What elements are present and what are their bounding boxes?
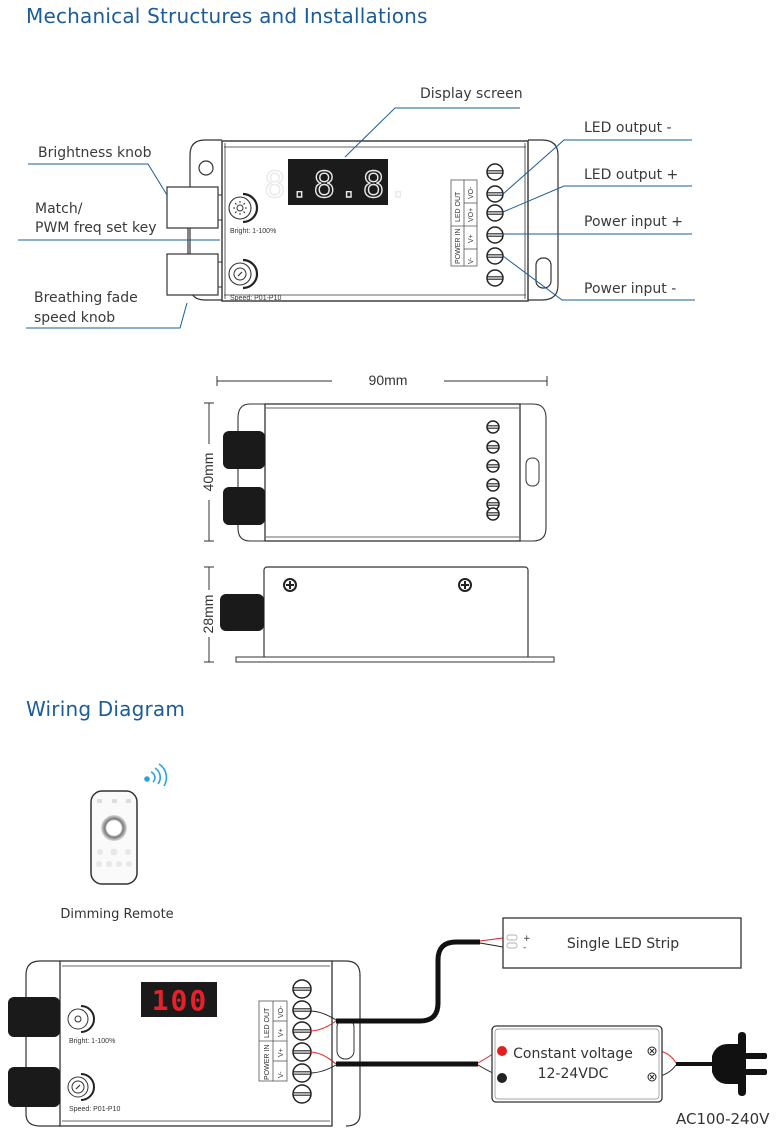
- screw-icon: [458, 578, 472, 592]
- callout-match-key-2: PWM freq set key: [35, 220, 157, 236]
- group-led-out: LED OUT: [455, 191, 462, 222]
- wiring-group-led-out: LED OUT: [264, 1007, 271, 1038]
- strip-minus-label: -: [523, 943, 526, 953]
- knob-top-view: [223, 487, 265, 525]
- callout-breathing-2: speed knob: [34, 310, 115, 326]
- screw-icon: [283, 578, 297, 592]
- terminal-screw-icon: [486, 269, 504, 287]
- pin-vo-plus: VO+: [468, 208, 475, 222]
- terminal-screw-icon: [486, 163, 504, 181]
- dimension-length: 90mm: [369, 372, 408, 388]
- group-power-in: POWER IN: [455, 229, 462, 264]
- terminal-screw-icon: [486, 478, 500, 492]
- terminal-screw-icon: [486, 440, 500, 454]
- terminal-screw-icon: [292, 979, 312, 999]
- terminal-screw-icon: [292, 1042, 312, 1062]
- callout-display-screen: Display screen: [420, 86, 523, 102]
- power-plug-icon: [712, 1032, 767, 1096]
- callout-led-output-plus: LED output +: [584, 167, 678, 183]
- remote-label: Dimming Remote: [60, 907, 173, 922]
- mains-voltage-label: AC100-240V: [676, 1110, 770, 1128]
- wiring-speed-label: Speed: P01-P10: [69, 1106, 120, 1113]
- terminal-screw-icon: [292, 1021, 312, 1041]
- pin-v-minus: V-: [468, 257, 475, 264]
- dimension-side-view: 28mm: [200, 566, 555, 663]
- terminal-screw-icon: [486, 507, 500, 521]
- terminal-screw-icon: [486, 226, 504, 244]
- callout-breathing-1: Breathing fade: [34, 290, 138, 306]
- psu-negative-terminal: [497, 1073, 507, 1083]
- speed-knob: [166, 253, 219, 296]
- led-strip-label: Single LED Strip: [567, 936, 679, 952]
- knob-wiring: [8, 997, 60, 1037]
- display-digits: 8.8.8.: [264, 165, 412, 206]
- speed-range-label: Speed: P01-P10: [230, 295, 281, 302]
- wiring-pin-1: VO-: [278, 1005, 285, 1018]
- wiring-bright-label: Bright: 1-100%: [69, 1038, 115, 1045]
- callout-led-output-minus: LED output -: [584, 120, 672, 136]
- mounting-slot: [535, 257, 552, 289]
- callout-power-input-plus: Power input +: [584, 214, 683, 230]
- terminal-screw-icon: [486, 420, 500, 434]
- wiring-controller: 100 Bright: 1-100% Speed: P01-P10 LED OU…: [8, 960, 361, 1127]
- terminal-screw-icon: [292, 1084, 312, 1104]
- wireless-signal-icon: [144, 763, 168, 787]
- mounting-hole: [198, 160, 214, 176]
- device-front-view: 8.8.8. Bright: 1-100% Speed: P01-P10 LED…: [166, 139, 559, 302]
- wiring-pin-2: V+: [278, 1028, 285, 1037]
- psu-label-line2: 12-24VDC: [538, 1066, 609, 1082]
- pin-v-plus: V+: [468, 234, 475, 243]
- dimension-top-view: 90mm 40mm: [200, 372, 548, 542]
- callout-match-key-1: Match/: [35, 201, 83, 217]
- wiring-group-power-in: POWER IN: [264, 1045, 271, 1080]
- dimension-width: 40mm: [200, 453, 216, 492]
- knob-wiring: [8, 1067, 60, 1107]
- wiring-pin-4: V-: [278, 1071, 285, 1078]
- power-supply: Constant voltage 12-24VDC: [491, 1025, 663, 1103]
- terminal-screw-icon: [292, 1063, 312, 1083]
- brightness-knob: [166, 186, 219, 229]
- led-strip: + - Single LED Strip: [502, 917, 742, 969]
- terminal-screw-icon: [486, 459, 500, 473]
- callout-power-input-minus: Power input -: [584, 281, 676, 297]
- dimming-remote: [90, 790, 138, 885]
- diagram-canvas: 8.8.8. Bright: 1-100% Speed: P01-P10 LED…: [8, 86, 770, 1128]
- psu-label-line1: Constant voltage: [513, 1046, 633, 1062]
- knob-side-view: [220, 594, 264, 631]
- terminal-screw-icon: [292, 1000, 312, 1020]
- callout-brightness-knob: Brightness knob: [38, 145, 152, 161]
- pin-vo-minus: VO-: [468, 186, 475, 199]
- terminal-screw-icon: [486, 247, 504, 265]
- psu-positive-terminal: [497, 1046, 507, 1056]
- wiring-display-value: 100: [152, 984, 209, 1017]
- terminal-label-block: LED OUT POWER IN VO- VO+ V+ V-: [450, 179, 478, 267]
- bright-range-label: Bright: 1-100%: [230, 228, 276, 235]
- dimension-height: 28mm: [200, 595, 216, 634]
- wiring-pin-3: V+: [278, 1048, 285, 1057]
- terminal-screw-icon: [486, 204, 504, 222]
- knob-top-view: [223, 431, 265, 469]
- terminal-screw-icon: [486, 185, 504, 203]
